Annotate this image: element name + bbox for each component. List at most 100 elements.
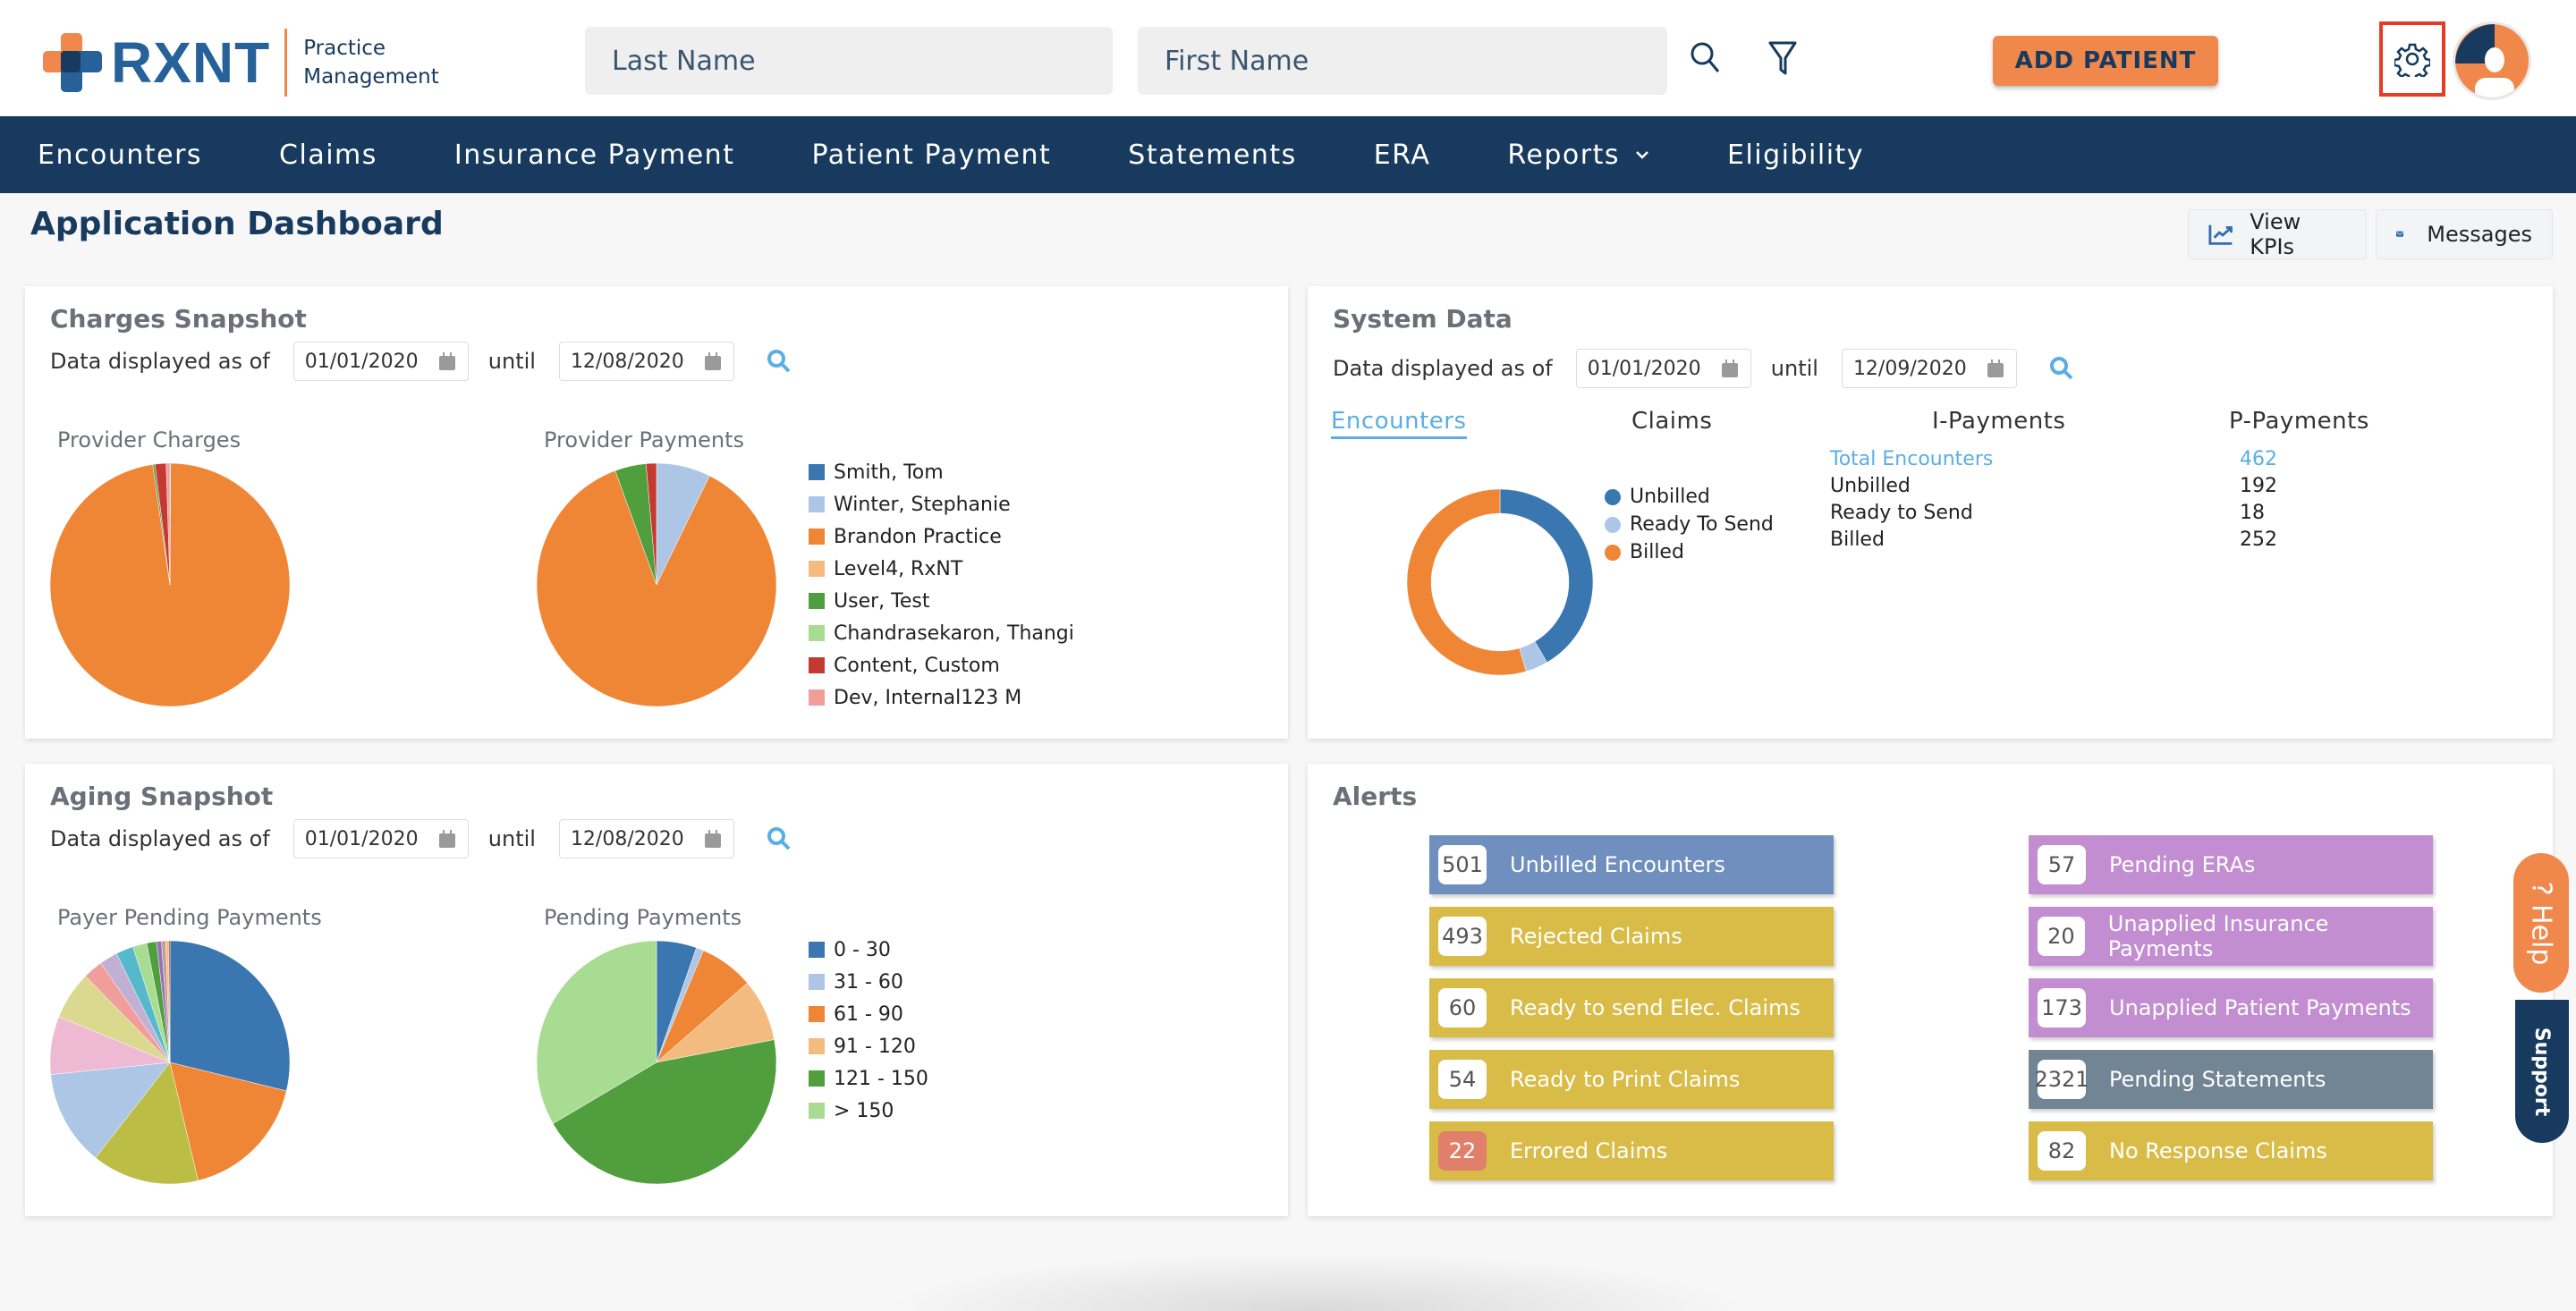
legend-item[interactable]: Content, Custom [809, 649, 1077, 681]
card-title: Charges Snapshot [50, 304, 307, 334]
row-label: Unbilled [1830, 474, 1911, 497]
alert-item[interactable]: 57 Pending ERAs [2029, 835, 2433, 894]
view-kpis-button[interactable]: View KPIs [2188, 209, 2367, 259]
nav-eligibility[interactable]: Eligibility [1727, 140, 1864, 171]
encounters-legend: Unbilled Ready To Send Billed [1605, 483, 1784, 566]
support-button[interactable]: Support [2515, 1000, 2569, 1143]
chart-line-icon [2208, 224, 2233, 245]
alert-label: Pending Statements [2109, 1067, 2326, 1092]
legend-item[interactable]: 31 - 60 [809, 966, 987, 998]
messages-label: Messages [2427, 222, 2532, 247]
legend-item[interactable]: 121 - 150 [809, 1062, 987, 1095]
legend-item[interactable]: Smith, Tom [809, 456, 1077, 488]
search-icon[interactable] [2049, 356, 2074, 381]
tab-p-payments[interactable]: P-Payments [2229, 408, 2369, 435]
legend-item[interactable]: Chandrasekaron, Thangi [809, 617, 1077, 649]
table-row[interactable]: Total Encounters 462 [1830, 445, 2277, 472]
alert-item[interactable]: 20 Unapplied Insurance Payments [2029, 907, 2433, 966]
legend-item[interactable]: Ready To Send [1605, 511, 1784, 538]
tab-encounters[interactable]: Encounters [1331, 408, 1467, 439]
legend-swatch [809, 496, 825, 512]
legend-swatch [809, 625, 825, 641]
nav-label: Eligibility [1726, 139, 1865, 171]
payer-pending-payments-pie [49, 940, 291, 1185]
user-avatar-icon [2455, 24, 2514, 97]
to-date-input[interactable]: 12/08/2020 [558, 342, 734, 381]
nav-encounters[interactable]: Encounters [38, 140, 202, 171]
legend-label: 121 - 150 [834, 1067, 928, 1090]
alert-item[interactable]: 22 Errored Claims [1429, 1121, 1834, 1180]
from-date-input[interactable]: 01/01/2020 [292, 819, 469, 858]
legend-swatch [1605, 544, 1621, 561]
tab-claims[interactable]: Claims [1631, 408, 1712, 435]
messages-button[interactable]: Messages [2376, 209, 2553, 259]
legend-item[interactable]: Billed [1605, 538, 1784, 566]
rxnt-logo[interactable]: RXNT Practice Management [43, 29, 439, 97]
legend-item[interactable]: User, Test [809, 585, 1077, 617]
envelope-icon [2396, 231, 2404, 237]
legend-item[interactable]: 61 - 90 [809, 998, 987, 1030]
date-range: Data displayed as of 01/01/2020 until 12… [50, 342, 792, 381]
legend-label: > 150 [834, 1099, 894, 1122]
nav-era[interactable]: ERA [1374, 140, 1431, 171]
legend-label: Level4, RxNT [834, 557, 963, 580]
nav-patient-payment[interactable]: Patient Payment [811, 140, 1051, 171]
encounters-table: Total Encounters 462 Unbilled 192 Ready to… [1830, 445, 2277, 553]
alert-item[interactable]: 2321 Pending Statements [2029, 1050, 2433, 1109]
last-name-input[interactable] [585, 27, 1113, 95]
filter-icon [1768, 41, 1797, 75]
nav-reports[interactable]: Reports [1507, 140, 1650, 171]
to-date-input[interactable]: 12/09/2020 [1841, 349, 2017, 388]
nav-insurance-payment[interactable]: Insurance Payment [454, 140, 735, 171]
alert-label: Unbilled Encounters [1510, 852, 1725, 877]
alert-item[interactable]: 82 No Response Claims [2029, 1121, 2433, 1180]
search-icon[interactable] [767, 349, 792, 374]
calendar-icon[interactable] [1721, 359, 1738, 377]
pie-slice-billed[interactable] [1406, 488, 1527, 676]
to-date-input[interactable]: 12/08/2020 [558, 819, 734, 858]
alert-item[interactable]: 173 Unapplied Patient Payments [2029, 978, 2433, 1037]
calendar-icon[interactable] [438, 352, 455, 370]
help-button[interactable]: ? Help [2513, 853, 2569, 993]
from-date-input[interactable]: 01/01/2020 [292, 342, 469, 381]
from-date-value: 01/01/2020 [304, 350, 419, 373]
legend-item[interactable]: > 150 [809, 1095, 987, 1127]
user-avatar[interactable] [2453, 21, 2531, 100]
nav-claims[interactable]: Claims [279, 140, 377, 171]
legend-item[interactable]: Unbilled [1605, 483, 1784, 511]
add-patient-button[interactable]: ADD PATIENT [1993, 36, 2218, 86]
alert-item[interactable]: 60 Ready to send Elec. Claims [1429, 978, 1834, 1037]
alert-item[interactable]: 501 Unbilled Encounters [1429, 835, 1834, 894]
legend-item[interactable]: Dev, Internal123 M [809, 681, 1077, 714]
first-name-input[interactable] [1138, 27, 1667, 95]
alert-label: Pending ERAs [2109, 852, 2256, 877]
legend-item[interactable]: 91 - 120 [809, 1030, 987, 1062]
tab-i-payments[interactable]: I-Payments [1932, 408, 2065, 435]
pie-slice-unbilled[interactable] [1499, 488, 1594, 664]
search-icon[interactable] [767, 826, 792, 851]
filter-button[interactable] [1762, 38, 1803, 79]
legend-item[interactable]: Brandon Practice [809, 520, 1077, 553]
brand-subtitle-line1: Practice [303, 37, 386, 60]
legend-item[interactable]: Level4, RxNT [809, 553, 1077, 585]
patient-search-button[interactable] [1685, 38, 1726, 79]
calendar-icon[interactable] [438, 830, 455, 848]
card-title: Alerts [1333, 782, 1418, 811]
settings-button[interactable] [2379, 21, 2445, 97]
calendar-icon[interactable] [704, 352, 721, 370]
legend-item[interactable]: Winter, Stephanie [809, 488, 1077, 520]
calendar-icon[interactable] [1987, 359, 2004, 377]
calendar-icon[interactable] [704, 830, 721, 848]
legend-item[interactable]: 0 - 30 [809, 934, 987, 966]
legend-label: Brandon Practice [834, 525, 1002, 548]
alert-item[interactable]: 54 Ready to Print Claims [1429, 1050, 1834, 1109]
table-row: Unbilled 192 [1830, 472, 2277, 499]
alert-item[interactable]: 493 Rejected Claims [1429, 907, 1834, 966]
nav-label: ERA [1373, 139, 1431, 171]
legend-swatch [809, 689, 825, 706]
alert-count-badge: 501 [1438, 845, 1487, 884]
alert-count-badge: 60 [1438, 988, 1487, 1028]
nav-statements[interactable]: Statements [1128, 140, 1297, 171]
from-date-input[interactable]: 01/01/2020 [1575, 349, 1751, 388]
aging-snapshot-card: Aging Snapshot Data displayed as of 01/0… [25, 764, 1288, 1216]
